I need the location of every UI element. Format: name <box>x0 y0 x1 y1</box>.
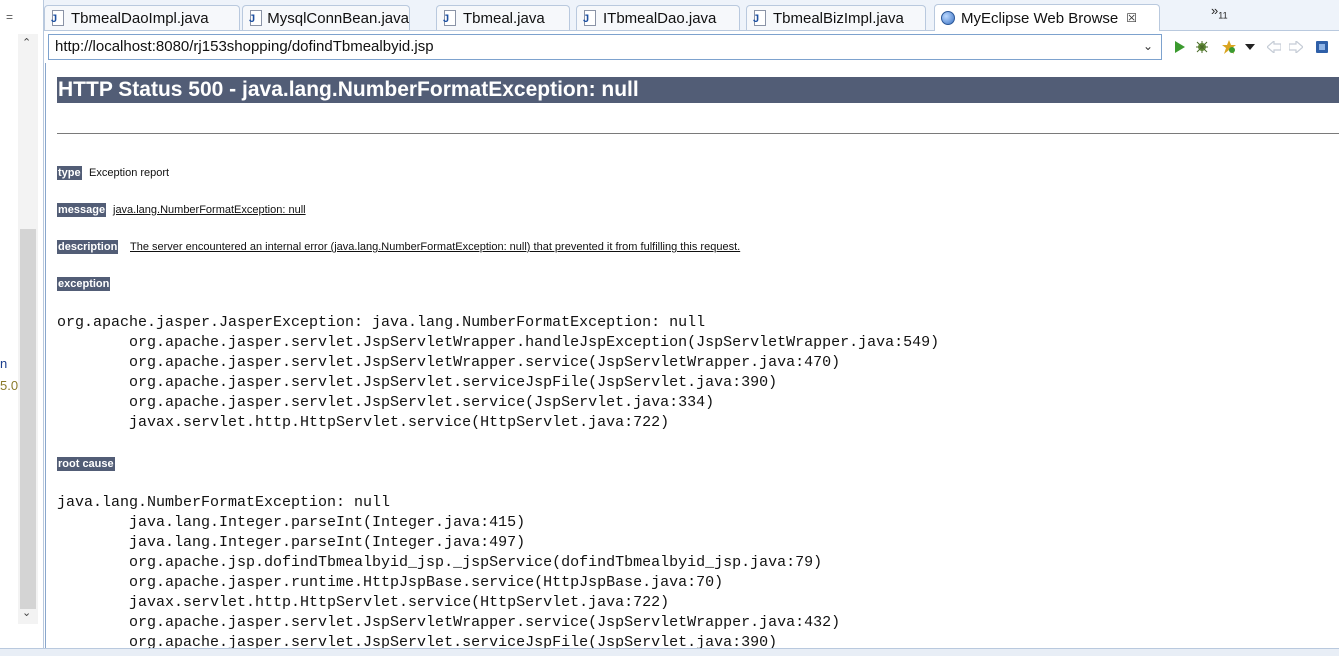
hidden-tab-count: 11 <box>1218 10 1228 21</box>
editor-tab-bar: J TbmealDaoImpl.java J MysqlConnBean.jav… <box>44 0 1339 31</box>
java-file-icon: J <box>583 10 597 26</box>
browser-toolbar: http://localhost:8080/rj153shopping/dofi… <box>44 31 1339 63</box>
panel-minimize-icon[interactable]: = <box>6 10 13 24</box>
description-value: The server encountered an internal error… <box>130 241 741 253</box>
star-icon <box>1222 40 1236 54</box>
tab-mysqlconnbean[interactable]: J MysqlConnBean.java <box>242 5 410 30</box>
page-title: HTTP Status 500 - java.lang.NumberFormat… <box>57 77 1339 103</box>
tab-overflow-button[interactable]: »11 <box>1211 3 1228 21</box>
divider <box>57 133 1339 134</box>
go-button[interactable] <box>1172 39 1188 55</box>
java-file-icon: J <box>443 10 457 26</box>
stop-button[interactable] <box>1314 39 1330 55</box>
url-input[interactable]: http://localhost:8080/rj153shopping/dofi… <box>48 34 1162 60</box>
chevron-down-icon[interactable]: ⌄ <box>1143 39 1153 53</box>
globe-icon <box>941 11 955 25</box>
side-panel-version-fragment: 5.0 <box>0 378 19 393</box>
tab-label: TbmealDaoImpl.java <box>71 9 209 27</box>
arrow-right-icon <box>1289 41 1303 53</box>
message-label: message <box>57 203 107 217</box>
stop-icon <box>1316 41 1328 53</box>
bookmark-dropdown-button[interactable] <box>1242 39 1258 55</box>
browser-content: HTTP Status 500 - java.lang.NumberFormat… <box>46 63 1339 648</box>
tab-tbmeal[interactable]: J Tbmeal.java <box>436 5 570 30</box>
tab-tbmealdaoimpl[interactable]: J TbmealDaoImpl.java <box>44 5 240 30</box>
exception-label: exception <box>57 277 111 291</box>
bug-icon <box>1196 41 1208 53</box>
bookmark-button[interactable] <box>1221 39 1237 55</box>
message-value: java.lang.NumberFormatException: null <box>113 204 306 216</box>
forward-button[interactable] <box>1288 39 1304 55</box>
root-cause-stack-trace: java.lang.NumberFormatException: null ja… <box>57 494 841 648</box>
tab-label: Tbmeal.java <box>463 9 545 27</box>
triangle-down-icon <box>1245 44 1255 50</box>
debug-button[interactable] <box>1194 39 1210 55</box>
exception-stack-trace: org.apache.jasper.JasperException: java.… <box>57 314 940 431</box>
tab-web-browser[interactable]: MyEclipse Web Browse ☒ <box>934 4 1160 31</box>
tab-itbmealdao[interactable]: J ITbmealDao.java <box>576 5 740 30</box>
scroll-up-icon[interactable]: ⌃ <box>22 36 31 49</box>
tab-tbmealbizimpl[interactable]: J TbmealBizImpl.java <box>746 5 926 30</box>
type-value: Exception report <box>89 167 170 179</box>
description-label: description <box>57 240 119 254</box>
tab-label: ITbmealDao.java <box>603 9 717 27</box>
type-label: type <box>57 166 82 180</box>
tab-label: MysqlConnBean.java <box>267 9 409 27</box>
arrow-left-icon <box>1267 41 1281 53</box>
tab-label: TbmealBizImpl.java <box>773 9 904 27</box>
root-cause-label: root cause <box>57 457 115 471</box>
url-text: http://localhost:8080/rj153shopping/dofi… <box>55 38 434 55</box>
tab-label: MyEclipse Web Browse <box>961 9 1119 27</box>
play-icon <box>1175 41 1185 53</box>
scrollbar-thumb[interactable] <box>20 229 36 609</box>
left-side-panel: = ⌃ ⌄ n 5.0 <box>0 0 44 656</box>
java-file-icon: J <box>51 10 65 26</box>
side-panel-scrollbar[interactable]: ⌃ ⌄ <box>18 34 38 624</box>
bottom-panel-strip <box>0 648 1339 656</box>
scroll-down-icon[interactable]: ⌄ <box>22 606 31 619</box>
side-panel-text-fragment: n <box>0 356 8 371</box>
close-icon[interactable]: ☒ <box>1126 11 1137 25</box>
java-file-icon: J <box>753 10 767 26</box>
java-file-icon: J <box>249 10 262 26</box>
back-button[interactable] <box>1266 39 1282 55</box>
